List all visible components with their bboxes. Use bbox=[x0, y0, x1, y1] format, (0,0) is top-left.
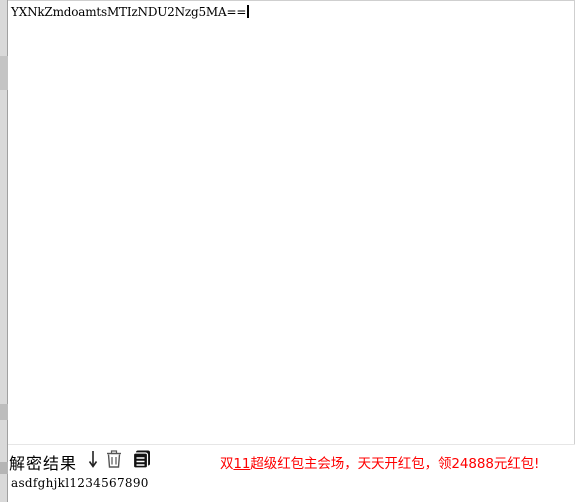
promo-link[interactable]: 双11超级红包主会场，天天开红包，领24888元红包! bbox=[220, 452, 539, 472]
gutter-segment bbox=[0, 404, 8, 420]
copy-icon[interactable] bbox=[132, 449, 152, 469]
output-value: asdfghjkl1234567890 bbox=[11, 476, 149, 490]
text-caret bbox=[247, 5, 249, 18]
arrow-down-icon[interactable] bbox=[88, 450, 98, 468]
left-gutter bbox=[0, 0, 8, 502]
promo-number: 11 bbox=[233, 456, 251, 472]
promo-prefix: 双 bbox=[220, 456, 234, 472]
decoder-window: YXNkZmdoamtsMTIzNDU2Nzg5MA== 解密结果 双11超级红… bbox=[0, 0, 575, 502]
gutter-segment bbox=[0, 462, 8, 474]
trash-icon[interactable] bbox=[105, 450, 123, 468]
promo-text: 超级红包主会场，天天开红包，领24888元红包! bbox=[250, 456, 540, 472]
gutter-segment bbox=[0, 56, 8, 90]
result-label: 解密结果 bbox=[9, 454, 78, 473]
input-text-line[interactable]: YXNkZmdoamtsMTIzNDU2Nzg5MA== bbox=[11, 5, 249, 19]
input-textarea[interactable]: YXNkZmdoamtsMTIzNDU2Nzg5MA== bbox=[8, 0, 575, 444]
output-textarea[interactable]: asdfghjkl1234567890 bbox=[8, 474, 575, 502]
input-value: YXNkZmdoamtsMTIzNDU2Nzg5MA== bbox=[11, 5, 247, 19]
result-toolbar: 解密结果 双11超级红包主会场，天天开红包，领24888元红包! bbox=[8, 444, 575, 474]
